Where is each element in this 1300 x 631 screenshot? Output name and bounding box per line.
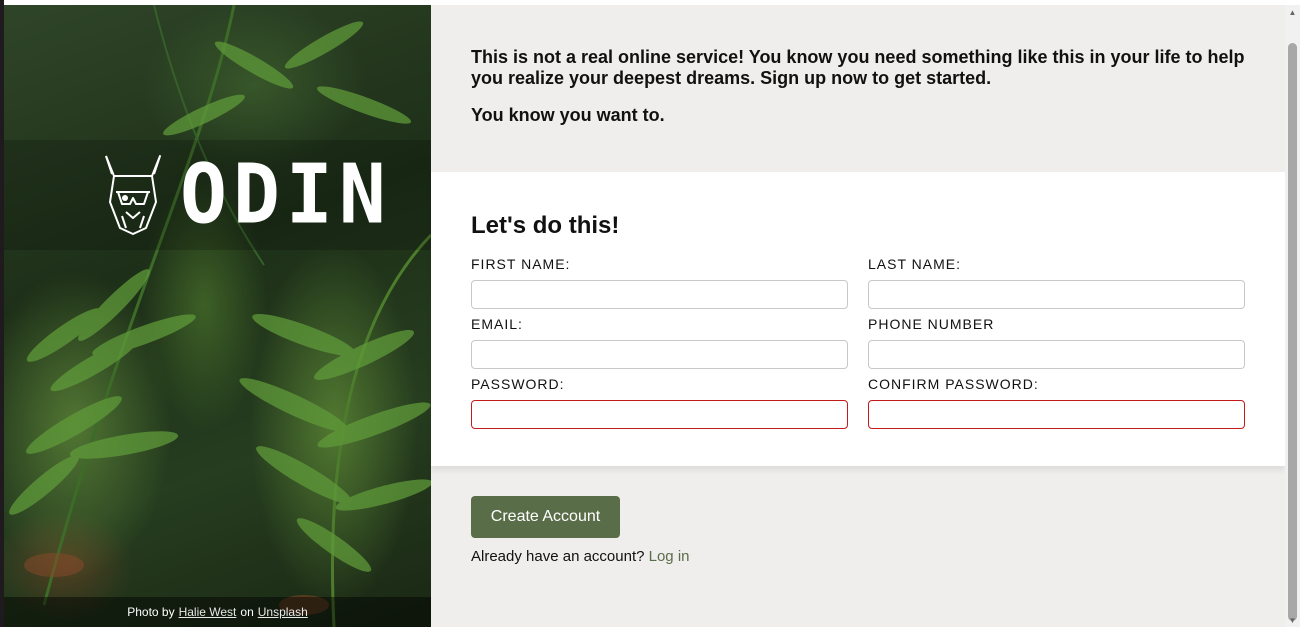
credit-site-link[interactable]: Unsplash [258, 605, 308, 619]
phone-label: PHONE NUMBER [868, 316, 995, 332]
first-name-input[interactable] [471, 280, 848, 309]
logo-wordmark: ODIN [180, 147, 392, 243]
confirm-password-label: CONFIRM PASSWORD: [868, 376, 1039, 392]
form-title: Let's do this! [471, 212, 620, 239]
fern-background-image [9, 5, 431, 627]
password-label: PASSWORD: [471, 376, 565, 392]
signup-content: This is not a real online service! You k… [431, 5, 1285, 627]
intro-tagline: You know you want to. [471, 105, 665, 125]
first-name-group: FIRST NAME: [471, 256, 848, 309]
login-prompt: Already have an account? Log in [471, 548, 690, 565]
scrollbar-thumb[interactable] [1288, 43, 1297, 621]
last-name-input[interactable] [868, 280, 1245, 309]
intro-paragraph: This is not a real online service! You k… [471, 47, 1245, 88]
window-bottom-edge [0, 627, 1300, 631]
email-label: EMAIL: [471, 316, 523, 332]
first-name-label: FIRST NAME: [471, 256, 571, 272]
create-account-button[interactable]: Create Account [471, 496, 620, 538]
signup-form: Let's do this! FIRST NAME: LAST NAME: EM… [431, 172, 1285, 466]
credit-author-link[interactable]: Halie West [179, 605, 237, 619]
hero-panel: ODIN Photo by Halie West on Unsplash [4, 5, 431, 627]
last-name-label: LAST NAME: [868, 256, 961, 272]
scroll-up-arrow-icon[interactable]: ▲ [1285, 5, 1300, 19]
last-name-group: LAST NAME: [868, 256, 1245, 309]
credit-on: on [240, 605, 254, 619]
odin-logo: ODIN [4, 140, 431, 250]
email-input[interactable] [471, 340, 848, 369]
password-group: PASSWORD: [471, 376, 848, 429]
confirm-password-input[interactable] [868, 400, 1245, 429]
intro-text: This is not a real online service! You k… [471, 47, 1271, 126]
phone-group: PHONE NUMBER [868, 316, 1245, 369]
password-input[interactable] [471, 400, 848, 429]
viking-helmet-icon [105, 155, 161, 235]
confirm-password-group: CONFIRM PASSWORD: [868, 376, 1245, 429]
vertical-scrollbar[interactable]: ▲ ▼ [1285, 5, 1300, 627]
credit-prefix: Photo by [127, 605, 175, 619]
scroll-down-arrow-icon[interactable]: ▼ [1285, 613, 1300, 627]
email-group: EMAIL: [471, 316, 848, 369]
login-prompt-text: Already have an account? [471, 548, 645, 565]
login-link[interactable]: Log in [649, 548, 690, 565]
phone-input[interactable] [868, 340, 1245, 369]
photo-credit: Photo by Halie West on Unsplash [4, 597, 431, 627]
